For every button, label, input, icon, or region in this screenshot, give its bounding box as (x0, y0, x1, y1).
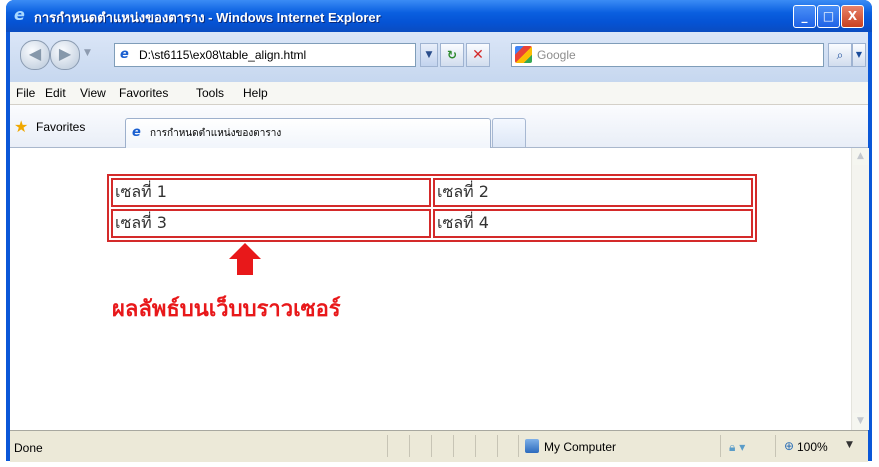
zoom-icon[interactable]: ⊕ (784, 439, 794, 453)
table-cell: เซลที่ 1 (111, 178, 431, 207)
vertical-scrollbar[interactable]: ▲ ▼ (851, 148, 869, 430)
search-placeholder[interactable]: Google (537, 48, 576, 62)
menu-view[interactable]: View (80, 86, 106, 100)
status-divider (775, 435, 776, 457)
scroll-up-icon[interactable]: ▲ (853, 148, 868, 165)
status-divider (497, 435, 498, 457)
title-bar: e การกำหนดตำแหน่งของตาราง - Windows Inte… (6, 0, 872, 32)
menu-help[interactable]: Help (243, 86, 268, 100)
tab-ie-icon: e (132, 125, 141, 140)
google-icon (515, 46, 532, 63)
menu-favorites[interactable]: Favorites (119, 86, 168, 100)
web-page-content: เซลที่ 1 เซลที่ 2 เซลที่ 3 เซลที่ 4 ผลลั… (10, 148, 851, 430)
menu-tools[interactable]: Tools (196, 86, 224, 100)
table-cell: เซลที่ 3 (111, 209, 431, 238)
stop-button[interactable]: ✕ (466, 43, 490, 67)
browser-window: e การกำหนดตำแหน่งของตาราง - Windows Inte… (6, 0, 872, 462)
status-divider (431, 435, 432, 457)
status-divider (409, 435, 410, 457)
star-icon: ★ (14, 117, 29, 136)
status-divider (387, 435, 388, 457)
refresh-button[interactable]: ↻ (440, 43, 464, 67)
status-bar: Done My Computer 🔒︎ ▾ ⊕ 100% ▼ (10, 430, 868, 462)
address-toolbar: ◀ ▶ ▼ e D:\st6115\ex08\table_align.html … (10, 32, 868, 82)
favorites-bar: ★ Favorites e การกำหนดตำแหน่งของตาราง (10, 105, 868, 148)
status-divider (453, 435, 454, 457)
close-button[interactable]: X (841, 5, 864, 28)
computer-icon (525, 439, 539, 453)
address-dropdown[interactable]: ▼ (420, 43, 438, 67)
address-url[interactable]: D:\st6115\ex08\table_align.html (139, 48, 306, 62)
status-text: Done (14, 441, 43, 455)
ie-logo-icon: e (14, 5, 25, 24)
table-row: เซลที่ 1 เซลที่ 2 (111, 178, 753, 207)
result-caption: ผลลัพธ์บนเว็บบราวเซอร์ (112, 297, 341, 322)
up-arrow-stem (237, 259, 253, 275)
menu-bar: File Edit View Favorites Tools Help (10, 82, 868, 105)
protected-mode-icon[interactable]: 🔒︎ ▾ (729, 440, 745, 455)
browser-frame: ◀ ▶ ▼ e D:\st6115\ex08\table_align.html … (10, 32, 869, 462)
favorites-label: Favorites (36, 120, 86, 134)
table-cell: เซลที่ 2 (433, 178, 753, 207)
page-icon: e (120, 47, 129, 62)
table-row: เซลที่ 3 เซลที่ 4 (111, 209, 753, 238)
up-arrow-icon (229, 243, 261, 259)
tab-active[interactable]: e การกำหนดตำแหน่งของตาราง (125, 118, 491, 148)
forward-button[interactable]: ▶ (50, 40, 80, 70)
back-button[interactable]: ◀ (20, 40, 50, 70)
zoom-dropdown-icon[interactable]: ▼ (846, 440, 853, 450)
minimize-button[interactable]: _ (793, 5, 816, 28)
demo-table: เซลที่ 1 เซลที่ 2 เซลที่ 3 เซลที่ 4 (107, 174, 757, 242)
new-tab-button[interactable] (492, 118, 526, 147)
table-cell: เซลที่ 4 (433, 209, 753, 238)
status-divider (475, 435, 476, 457)
status-divider (720, 435, 721, 457)
tab-label: การกำหนดตำแหน่งของตาราง (150, 128, 282, 139)
menu-file[interactable]: File (16, 86, 35, 100)
search-button[interactable]: ⌕ (828, 43, 852, 67)
address-bar[interactable]: e D:\st6115\ex08\table_align.html (114, 43, 416, 67)
window-title: การกำหนดตำแหน่งของตาราง - Windows Intern… (34, 10, 381, 25)
maximize-button[interactable]: □ (817, 5, 840, 28)
search-options-dropdown[interactable]: ▼ (852, 43, 866, 67)
security-zone-label: My Computer (544, 440, 617, 454)
zoom-level[interactable]: 100% (797, 440, 828, 454)
scroll-down-icon[interactable]: ▼ (853, 413, 868, 430)
search-box[interactable]: Google (511, 43, 824, 67)
menu-edit[interactable]: Edit (45, 86, 66, 100)
recent-pages-dropdown[interactable]: ▼ (84, 48, 91, 58)
status-divider (518, 435, 519, 457)
